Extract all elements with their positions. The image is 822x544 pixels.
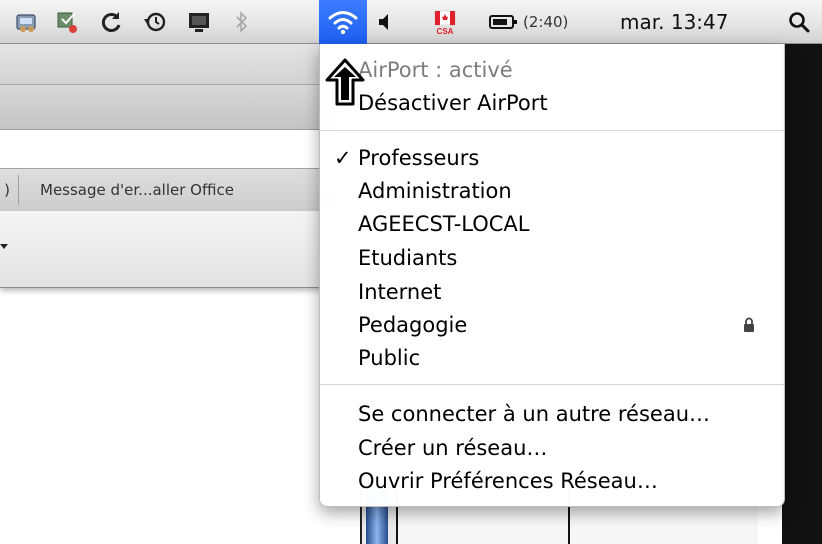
input-source-label: CSA [437, 27, 454, 35]
display-icon[interactable] [184, 0, 214, 44]
menu-separator [320, 384, 784, 385]
tab-divider [18, 175, 19, 205]
open-network-preferences-item[interactable]: Ouvrir Préférences Réseau… [320, 465, 784, 497]
window-toolbar-secondary [0, 85, 340, 130]
network-item-administration[interactable]: Administration [320, 175, 784, 207]
lock-icon [744, 317, 754, 332]
airport-status-label: AirPort : activé [358, 58, 513, 82]
network-item-etudiants[interactable]: Etudiants [320, 242, 784, 274]
action-label: Ouvrir Préférences Réseau… [358, 469, 658, 493]
document-tab[interactable]: ) Message d'er...aller Office [0, 168, 340, 212]
menubar-clock[interactable]: mar. 13:47 [620, 0, 728, 44]
network-name: AGEECST-LOCAL [358, 212, 530, 236]
battery-icon[interactable] [486, 0, 520, 44]
window-toolbar [0, 44, 340, 85]
network-name: Etudiants [358, 246, 458, 270]
action-label: Se connecter à un autre réseau… [358, 402, 711, 426]
battery-time: (2:40) [523, 13, 569, 31]
action-label: Créer un réseau… [358, 436, 548, 460]
create-network-item[interactable]: Créer un réseau… [320, 432, 784, 464]
tab-title: Message d'er...aller Office [40, 181, 234, 199]
spotlight-search-icon[interactable] [784, 0, 814, 44]
volume-icon[interactable] [372, 0, 396, 44]
tab-paren: ) [4, 181, 10, 199]
wifi-icon[interactable] [319, 0, 367, 44]
network-name: Professeurs [358, 146, 480, 170]
cursor-arrow-icon [325, 58, 365, 106]
checkmark-icon: ✓ [334, 146, 352, 170]
bluetooth-icon[interactable] [230, 0, 254, 44]
background-window: ) Message d'er...aller Office [0, 44, 340, 289]
network-name: Internet [358, 280, 442, 304]
network-item-professeurs[interactable]: ✓ Professeurs [320, 142, 784, 174]
menubar: CSA (2:40) mar. 13:47 [0, 0, 822, 44]
network-status-icon[interactable] [12, 0, 42, 44]
window-bottom-bar [0, 211, 340, 288]
network-name: Pedagogie [358, 313, 468, 337]
spellcheck-icon[interactable] [52, 0, 82, 44]
toggle-airport-label: Désactiver AirPort [358, 91, 548, 115]
network-item-internet[interactable]: Internet [320, 276, 784, 308]
sync-icon[interactable] [96, 0, 126, 44]
network-name: Public [358, 346, 421, 370]
airport-status: AirPort : activé [320, 54, 784, 86]
network-name: Administration [358, 179, 512, 203]
network-item-ageecst-local[interactable]: AGEECST-LOCAL [320, 208, 784, 240]
menu-separator [320, 130, 784, 131]
time-machine-icon[interactable] [140, 0, 170, 44]
airport-menu: AirPort : activé Désactiver AirPort ✓ Pr… [319, 44, 785, 507]
join-other-network-item[interactable]: Se connecter à un autre réseau… [320, 398, 784, 430]
network-item-public[interactable]: Public [320, 342, 784, 374]
dropdown-arrow-icon[interactable] [0, 242, 10, 252]
network-item-pedagogie[interactable]: Pedagogie [320, 309, 784, 341]
background-dark-panel [782, 44, 822, 544]
canada-flag-icon[interactable]: CSA [430, 0, 460, 44]
toggle-airport-item[interactable]: Désactiver AirPort [320, 87, 784, 119]
